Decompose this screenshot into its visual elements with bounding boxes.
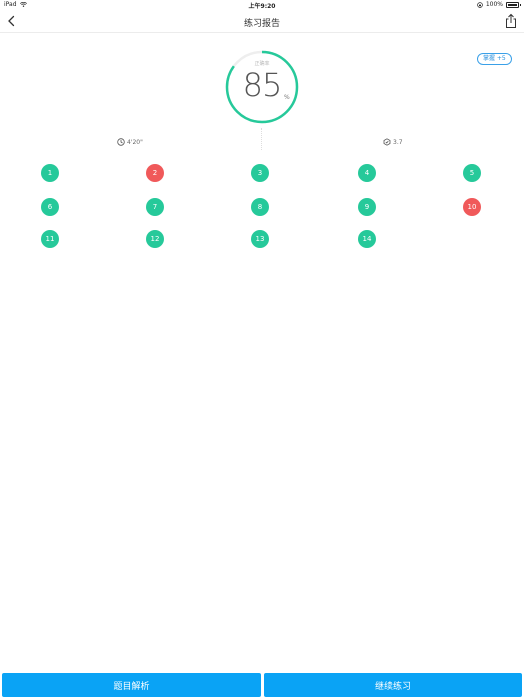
question-button-7[interactable]: 7 [146, 198, 164, 216]
question-analysis-button[interactable]: 题目解析 [2, 673, 261, 697]
question-button-1[interactable]: 1 [41, 164, 59, 182]
question-button-11[interactable]: 11 [41, 230, 59, 248]
nav-bar: 练习报告 [0, 11, 524, 33]
time-stat: 4'20" [117, 138, 143, 146]
question-button-4[interactable]: 4 [358, 164, 376, 182]
question-button-3[interactable]: 3 [251, 164, 269, 182]
time-value: 4'20" [127, 138, 143, 146]
clock-icon [117, 138, 125, 146]
question-button-2[interactable]: 2 [146, 164, 164, 182]
page-title: 练习报告 [243, 19, 280, 29]
status-right: 100% [477, 1, 521, 8]
question-button-9[interactable]: 9 [358, 198, 376, 216]
accuracy-unit: % [284, 94, 290, 101]
question-button-8[interactable]: 8 [251, 198, 269, 216]
share-icon[interactable] [504, 13, 518, 29]
dotted-divider [261, 128, 263, 150]
orientation-lock-icon [477, 1, 483, 8]
question-button-12[interactable]: 12 [146, 230, 164, 248]
battery-icon [506, 1, 521, 8]
battery-percent: 100% [485, 1, 503, 8]
question-button-6[interactable]: 6 [41, 198, 59, 216]
status-bar: iPad 上午9:20 100% [0, 0, 524, 10]
level-stat: 3.7 [383, 138, 403, 146]
question-button-13[interactable]: 13 [251, 230, 269, 248]
level-value: 3.7 [393, 138, 403, 146]
mastery-badge[interactable]: 掌握 +5 [477, 53, 512, 65]
level-icon [383, 138, 391, 146]
question-button-5[interactable]: 5 [463, 164, 481, 182]
continue-practice-button[interactable]: 继续练习 [264, 673, 522, 697]
question-button-10[interactable]: 10 [463, 198, 481, 216]
status-time: 上午9:20 [248, 3, 276, 10]
question-button-14[interactable]: 14 [358, 230, 376, 248]
